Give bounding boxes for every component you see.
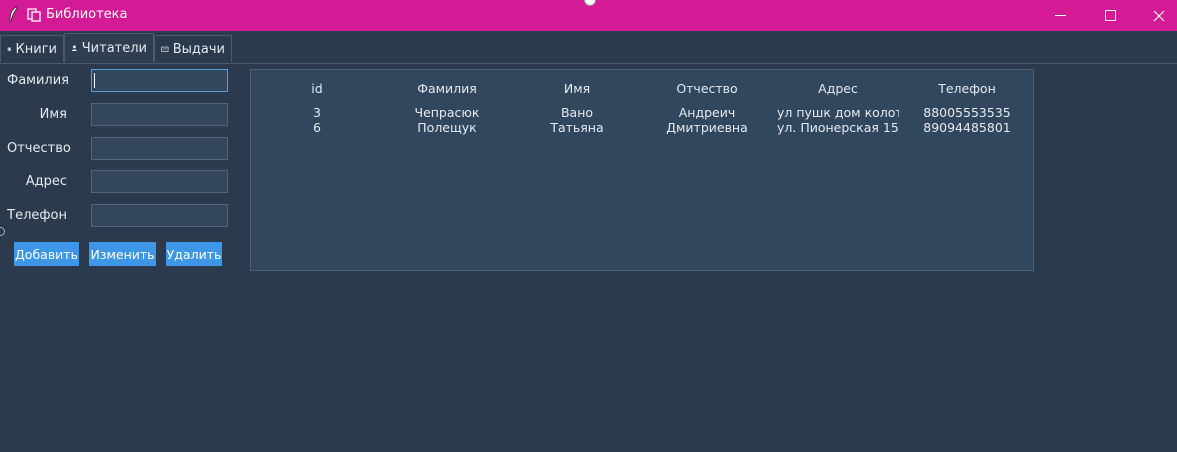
column-header-middlename[interactable]: Отчество bbox=[657, 81, 757, 97]
minimize-button[interactable] bbox=[1037, 0, 1083, 31]
window-title: Библиотека bbox=[46, 7, 128, 22]
cell-address: ул пушк дом колоту bbox=[777, 105, 899, 120]
add-button[interactable]: Добавить bbox=[14, 242, 79, 266]
cell-middlename: Дмитриевна bbox=[666, 120, 748, 135]
cell-phone: 89094485801 bbox=[923, 120, 1011, 135]
close-icon bbox=[1153, 10, 1165, 21]
lastname-input[interactable] bbox=[91, 69, 228, 92]
middlename-input[interactable] bbox=[91, 137, 228, 160]
address-label: Адрес bbox=[25, 174, 67, 189]
middlename-label: Отчество bbox=[7, 141, 71, 156]
address-input[interactable] bbox=[91, 170, 228, 193]
maximize-button[interactable] bbox=[1087, 0, 1133, 31]
tab-loans[interactable]: Выдачи bbox=[154, 35, 232, 62]
firstname-input[interactable] bbox=[91, 103, 228, 126]
tab-readers[interactable]: Читатели bbox=[64, 33, 154, 63]
lastname-label: Фамилия bbox=[7, 73, 69, 88]
cell-firstname: Вано bbox=[560, 105, 594, 120]
cell-lastname: Полещук bbox=[417, 120, 477, 135]
cell-id: 3 bbox=[313, 105, 321, 120]
column-header-address[interactable]: Адрес bbox=[777, 81, 899, 97]
column-header-lastname[interactable]: Фамилия bbox=[397, 81, 497, 97]
resize-handle-icon[interactable] bbox=[0, 227, 5, 236]
drag-handle-icon bbox=[584, 0, 596, 6]
book-icon bbox=[7, 47, 11, 51]
delete-button[interactable]: Удалить bbox=[166, 242, 222, 266]
books-icon bbox=[27, 8, 41, 22]
phone-input[interactable] bbox=[91, 204, 228, 227]
feather-icon bbox=[9, 6, 18, 22]
cell-firstname: Татьяна bbox=[550, 120, 604, 135]
person-icon bbox=[71, 45, 77, 51]
edit-button[interactable]: Изменить bbox=[89, 242, 156, 266]
card-icon bbox=[161, 46, 169, 52]
column-header-phone[interactable]: Телефон bbox=[917, 81, 1017, 97]
cell-middlename: Андреич bbox=[678, 105, 736, 120]
tab-books[interactable]: Книги bbox=[0, 35, 64, 62]
cell-address: ул. Пионерская 15 кв bbox=[777, 120, 899, 135]
maximize-icon bbox=[1104, 10, 1116, 21]
cell-lastname: Чепрасюк bbox=[414, 105, 480, 120]
readers-table[interactable]: id Фамилия Имя Отчество Адрес Телефон 3 … bbox=[250, 69, 1034, 271]
tab-strip: Книги Читатели Выдачи bbox=[0, 31, 1177, 64]
tab-books-label: Книги bbox=[15, 41, 57, 57]
close-button[interactable] bbox=[1136, 0, 1177, 31]
cell-phone: 88005553535 bbox=[923, 105, 1011, 120]
tab-loans-label: Выдачи bbox=[172, 41, 225, 57]
firstname-label: Имя bbox=[39, 107, 67, 122]
cell-id: 6 bbox=[313, 120, 321, 135]
column-header-firstname[interactable]: Имя bbox=[527, 81, 627, 97]
title-bar: Библиотека bbox=[0, 0, 1177, 31]
text-caret bbox=[94, 73, 95, 88]
minimize-icon bbox=[1054, 15, 1066, 16]
column-header-id[interactable]: id bbox=[277, 81, 357, 97]
phone-label: Телефон bbox=[7, 208, 67, 223]
tab-readers-label: Читатели bbox=[81, 40, 147, 56]
